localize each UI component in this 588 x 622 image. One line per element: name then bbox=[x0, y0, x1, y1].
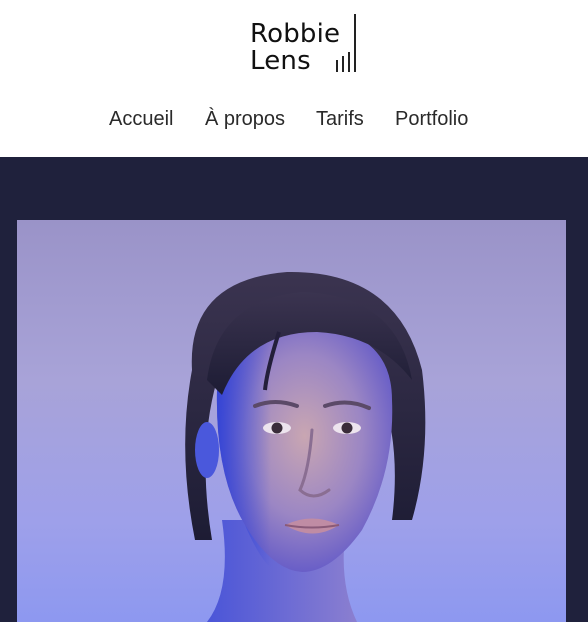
nav-item-portfolio[interactable]: Portfolio bbox=[395, 104, 468, 134]
portrait-illustration bbox=[185, 271, 426, 622]
nav-item-a-propos[interactable]: À propos bbox=[205, 104, 285, 134]
nav-item-tarifs[interactable]: Tarifs bbox=[316, 104, 364, 134]
brand-logo[interactable]: Robbie Lens bbox=[250, 14, 360, 76]
site-header: Robbie Lens Accueil À propos Tarifs Port… bbox=[0, 0, 588, 157]
brand-name-line1: Robbie bbox=[250, 19, 341, 49]
main-navigation: Accueil À propos Tarifs Portfolio bbox=[0, 104, 588, 136]
brand-name-line2: Lens bbox=[250, 46, 311, 76]
hero-section bbox=[0, 157, 588, 622]
nav-item-accueil[interactable]: Accueil bbox=[109, 104, 173, 134]
camera-bars-icon bbox=[334, 14, 358, 74]
portrait-photo bbox=[17, 220, 566, 622]
